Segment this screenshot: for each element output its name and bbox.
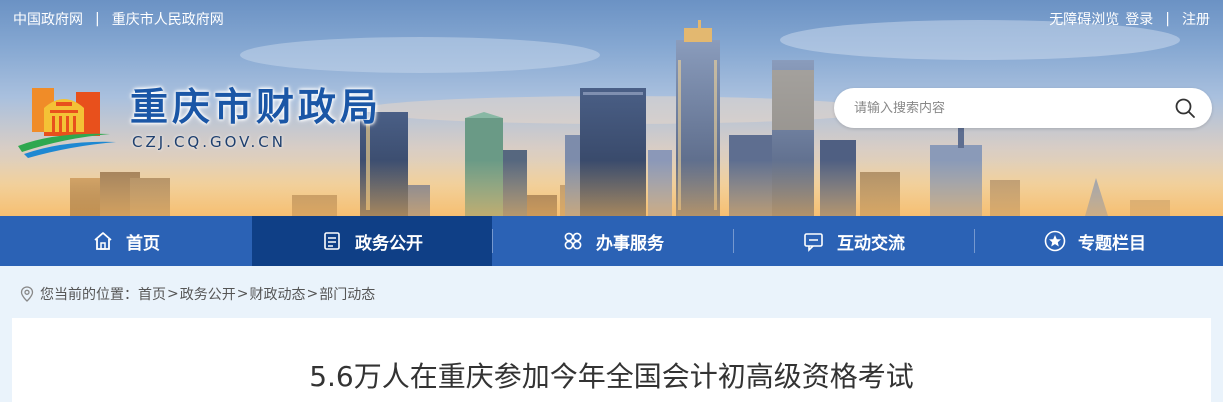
site-logo[interactable]: 重庆市财政局 CZJ.CQ.GOV.CN <box>14 76 382 158</box>
chat-icon <box>804 233 823 252</box>
link-chongqing-government[interactable]: 重庆市人民政府网 <box>112 9 224 29</box>
breadcrumb-finance-news[interactable]: 财政动态 <box>249 284 305 304</box>
login-link[interactable]: 登录 <box>1125 9 1153 29</box>
nav-label-home: 首页 <box>126 233 160 254</box>
search-box <box>834 88 1212 128</box>
breadcrumb-separator: > <box>236 286 249 302</box>
accessibility-link[interactable]: 无障碍浏览 <box>1049 9 1119 29</box>
star-circle-icon <box>1044 230 1066 252</box>
site-domain: CZJ.CQ.GOV.CN <box>132 133 286 151</box>
breadcrumb: 您当前的位置： 首页 > 政务公开 > 财政动态 > 部门动态 <box>20 284 375 304</box>
nav-item-special-topics[interactable]: 专题栏目 <box>975 216 1215 266</box>
main-nav: 首页 政务公开 办事服务 互动交流 专题栏目 <box>0 216 1223 266</box>
search-input[interactable] <box>854 100 1174 116</box>
top-link-separator: | <box>95 11 100 27</box>
article-card: 5.6万人在重庆参加今年全国会计初高级资格考试 <box>12 318 1211 402</box>
breadcrumb-prefix: 您当前的位置： <box>40 287 138 303</box>
article-title: 5.6万人在重庆参加今年全国会计初高级资格考试 <box>309 360 914 393</box>
top-left-links: 中国政府网 | 重庆市人民政府网 <box>13 9 224 29</box>
nav-label-services: 办事服务 <box>596 233 664 254</box>
top-right-separator: | <box>1165 11 1170 27</box>
nav-item-home[interactable]: 首页 <box>0 216 252 266</box>
site-title: 重庆市财政局 <box>130 85 383 129</box>
finance-bureau-emblem-icon <box>18 88 116 158</box>
register-link[interactable]: 注册 <box>1182 9 1210 29</box>
services-grid-icon <box>564 232 582 250</box>
breadcrumb-home[interactable]: 首页 <box>138 284 166 304</box>
link-china-government[interactable]: 中国政府网 <box>13 9 83 29</box>
nav-item-government-affairs[interactable]: 政务公开 <box>252 216 492 266</box>
breadcrumb-separator: > <box>167 286 179 302</box>
nav-label-government-affairs: 政务公开 <box>355 233 423 254</box>
document-list-icon <box>324 232 340 250</box>
header-banner: 中国政府网 | 重庆市人民政府网 无障碍浏览 登录 | 注册 重庆市财政局 CZ… <box>0 0 1223 216</box>
nav-item-interaction[interactable]: 互动交流 <box>734 216 974 266</box>
search-icon[interactable] <box>1174 97 1196 119</box>
nav-label-special-topics: 专题栏目 <box>1078 233 1146 254</box>
breadcrumb-government-affairs[interactable]: 政务公开 <box>180 284 236 304</box>
breadcrumb-department-news[interactable]: 部门动态 <box>319 284 375 304</box>
nav-label-interaction: 互动交流 <box>837 233 905 254</box>
breadcrumb-separator: > <box>306 286 319 302</box>
location-pin-icon <box>20 286 34 302</box>
home-icon <box>94 232 112 250</box>
nav-item-services[interactable]: 办事服务 <box>493 216 733 266</box>
top-right-links: 无障碍浏览 登录 | 注册 <box>1049 9 1210 29</box>
